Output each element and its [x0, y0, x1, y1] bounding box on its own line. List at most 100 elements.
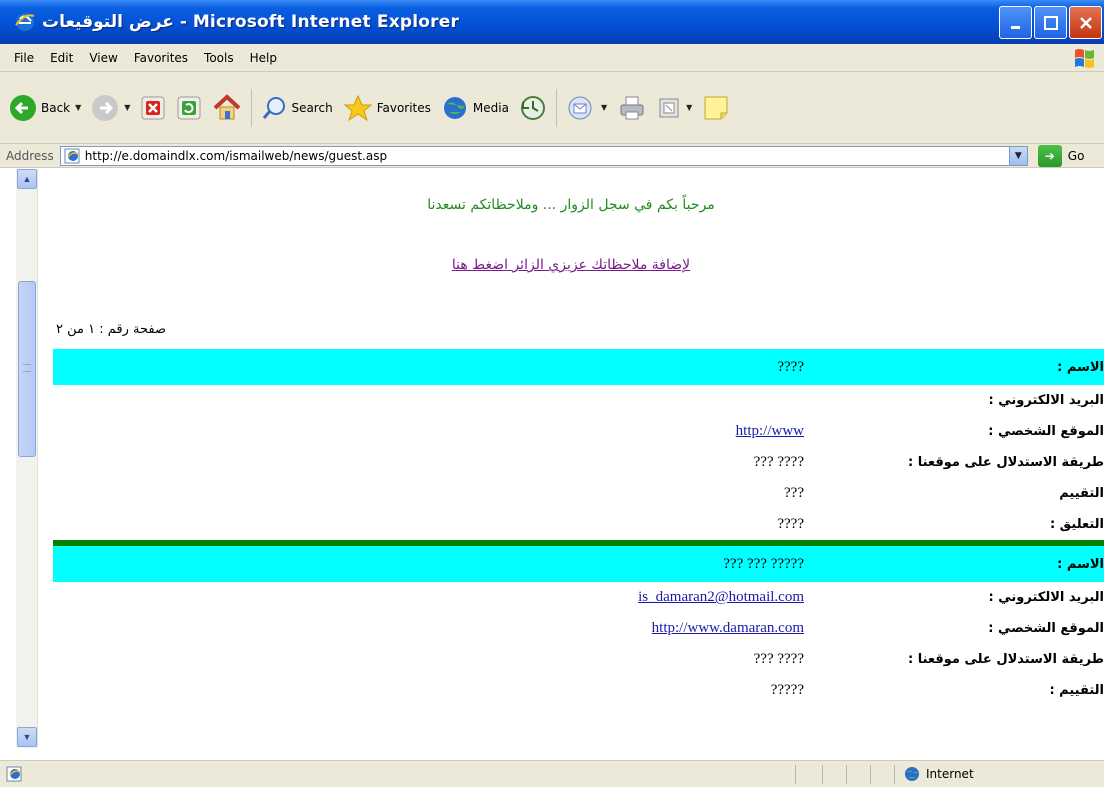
menu-file[interactable]: File — [6, 51, 42, 65]
forward-dropdown-icon[interactable]: ▼ — [124, 103, 130, 112]
forward-button[interactable]: ▼ — [86, 88, 135, 128]
menu-help[interactable]: Help — [242, 51, 285, 65]
toolbar: Back ▼ ▼ Search Favorites Media ▼ ▼ — [0, 72, 1104, 144]
welcome-message: مرحباً بكم في سجل الزوار ... وملاحظاتكم … — [427, 197, 715, 213]
minimize-button[interactable] — [999, 6, 1032, 39]
address-dropdown-icon[interactable]: ▼ — [1008, 146, 1027, 165]
back-dropdown-icon[interactable]: ▼ — [75, 103, 81, 112]
media-label: Media — [472, 100, 509, 115]
window-title: عرض التوقيعات - Microsoft Internet Explo… — [42, 12, 460, 32]
referral-label: طريقة الاستدلال على موقعنا : — [907, 652, 1104, 667]
entry-referral-value: ??? ???? — [753, 651, 804, 667]
entry-email-value[interactable]: is_damaran2@hotmail.com — [638, 589, 804, 606]
search-icon — [263, 96, 286, 119]
address-input[interactable]: http://e.domaindlx.com/ismailweb/news/gu… — [59, 145, 1028, 166]
media-globe-icon — [443, 96, 466, 119]
name-label: الاسم : — [1057, 556, 1104, 572]
address-url: http://e.domaindlx.com/ismailweb/news/gu… — [84, 148, 388, 163]
entry-email-row: البريد الالكتروني : — [53, 385, 1104, 416]
favorites-star-icon — [343, 94, 373, 121]
entry-website-row: http://www.damaran.com الموقع الشخصي : — [53, 613, 1104, 644]
edit-button[interactable]: ▼ — [652, 88, 697, 128]
stop-button[interactable] — [135, 88, 171, 128]
entry-rating-row: ??? التقييم — [53, 478, 1104, 509]
internet-globe-icon — [905, 767, 919, 781]
page-icon — [64, 148, 80, 163]
scroll-thumb[interactable] — [18, 281, 36, 457]
rating-label: التقييم — [1059, 486, 1104, 501]
menu-edit[interactable]: Edit — [42, 51, 81, 65]
messenger-button[interactable] — [697, 88, 735, 128]
vertical-scrollbar[interactable]: ▲ ▼ — [16, 169, 38, 748]
title-bar: عرض التوقيعات - Microsoft Internet Explo… — [0, 0, 1104, 44]
entry-comment-value: ???? — [777, 516, 804, 532]
toolbar-separator — [555, 88, 557, 127]
refresh-button[interactable] — [171, 88, 207, 128]
menu-view[interactable]: View — [81, 51, 125, 65]
go-label: Go — [1067, 148, 1085, 163]
go-arrow-icon: ➔ — [1037, 144, 1062, 167]
entry-referral-row: ??? ???? طريقة الاستدلال على موقعنا : — [53, 644, 1104, 675]
entry-rating-row: ????? التقييم : — [53, 675, 1104, 706]
refresh-icon — [177, 96, 201, 119]
edit-dropdown-icon[interactable]: ▼ — [686, 103, 692, 112]
mail-dropdown-icon[interactable]: ▼ — [601, 103, 607, 112]
status-divider — [822, 765, 823, 784]
status-divider — [846, 765, 847, 784]
windows-logo-icon — [1075, 49, 1094, 68]
internet-explorer-icon — [15, 13, 35, 31]
address-bar: Address http://e.domaindlx.com/ismailweb… — [0, 144, 1104, 168]
edit-page-icon — [659, 98, 679, 117]
mail-icon — [568, 96, 592, 119]
search-label: Search — [291, 100, 333, 115]
home-button[interactable] — [207, 88, 247, 128]
status-divider — [894, 765, 895, 784]
mail-button[interactable]: ▼ — [561, 88, 612, 128]
close-button[interactable] — [1069, 6, 1102, 39]
email-label: البريد الالكتروني : — [988, 393, 1104, 408]
stop-icon — [141, 96, 165, 119]
toolbar-separator — [251, 88, 253, 127]
back-button[interactable]: Back ▼ — [4, 88, 86, 128]
entry-name-value: ??? ??? ????? — [723, 555, 804, 572]
page-status-icon — [6, 766, 22, 782]
favorites-label: Favorites — [376, 100, 431, 115]
media-button[interactable]: Media — [436, 88, 514, 128]
entry-referral-value: ??? ???? — [753, 454, 804, 470]
security-zone: Internet — [904, 766, 974, 782]
search-button[interactable]: Search — [256, 88, 337, 128]
add-entry-link[interactable]: لإضافة ملاحظاتك عزيزي الزائر اضغط هنا — [452, 257, 690, 273]
scroll-grip-icon — [23, 364, 31, 372]
maximize-button[interactable] — [1034, 6, 1067, 39]
maximize-icon — [1043, 15, 1058, 30]
back-arrow-icon — [10, 94, 36, 121]
menu-bar: File Edit View Favorites Tools Help — [0, 44, 1104, 72]
guestbook-records: ???? الاسم : البريد الالكتروني : http://… — [53, 349, 1104, 706]
address-label: Address — [6, 148, 54, 163]
status-divider — [795, 765, 796, 784]
print-button[interactable] — [612, 88, 652, 128]
menu-favorites[interactable]: Favorites — [126, 51, 196, 65]
entry-email-row: is_damaran2@hotmail.com البريد الالكترون… — [53, 582, 1104, 613]
scroll-up-button[interactable]: ▲ — [17, 169, 37, 189]
page-content: ▲ ▼ مرحباً بكم في سجل الزوار ... وملاحظا… — [0, 169, 1104, 748]
scroll-down-button[interactable]: ▼ — [17, 727, 37, 747]
website-label: الموقع الشخصي : — [988, 621, 1104, 636]
entry-name-row: ???? الاسم : — [53, 349, 1104, 385]
favorites-button[interactable]: Favorites — [338, 88, 436, 128]
history-button[interactable] — [514, 88, 552, 128]
sticky-note-icon — [704, 96, 728, 119]
entry-rating-value: ????? — [770, 682, 804, 698]
entry-website-value[interactable]: http://www — [736, 423, 804, 440]
entry-website-value[interactable]: http://www.damaran.com — [652, 620, 804, 637]
entry-website-row: http://www الموقع الشخصي : — [53, 416, 1104, 447]
menu-tools[interactable]: Tools — [196, 51, 242, 65]
guestbook-page: مرحباً بكم في سجل الزوار ... وملاحظاتكم … — [38, 169, 1104, 748]
go-button[interactable]: ➔ Go — [1037, 144, 1085, 167]
history-icon — [520, 95, 545, 120]
minimize-icon — [1010, 25, 1020, 29]
close-icon — [1079, 16, 1092, 29]
home-icon — [214, 93, 241, 119]
back-label: Back — [41, 100, 71, 115]
printer-icon — [620, 96, 644, 119]
